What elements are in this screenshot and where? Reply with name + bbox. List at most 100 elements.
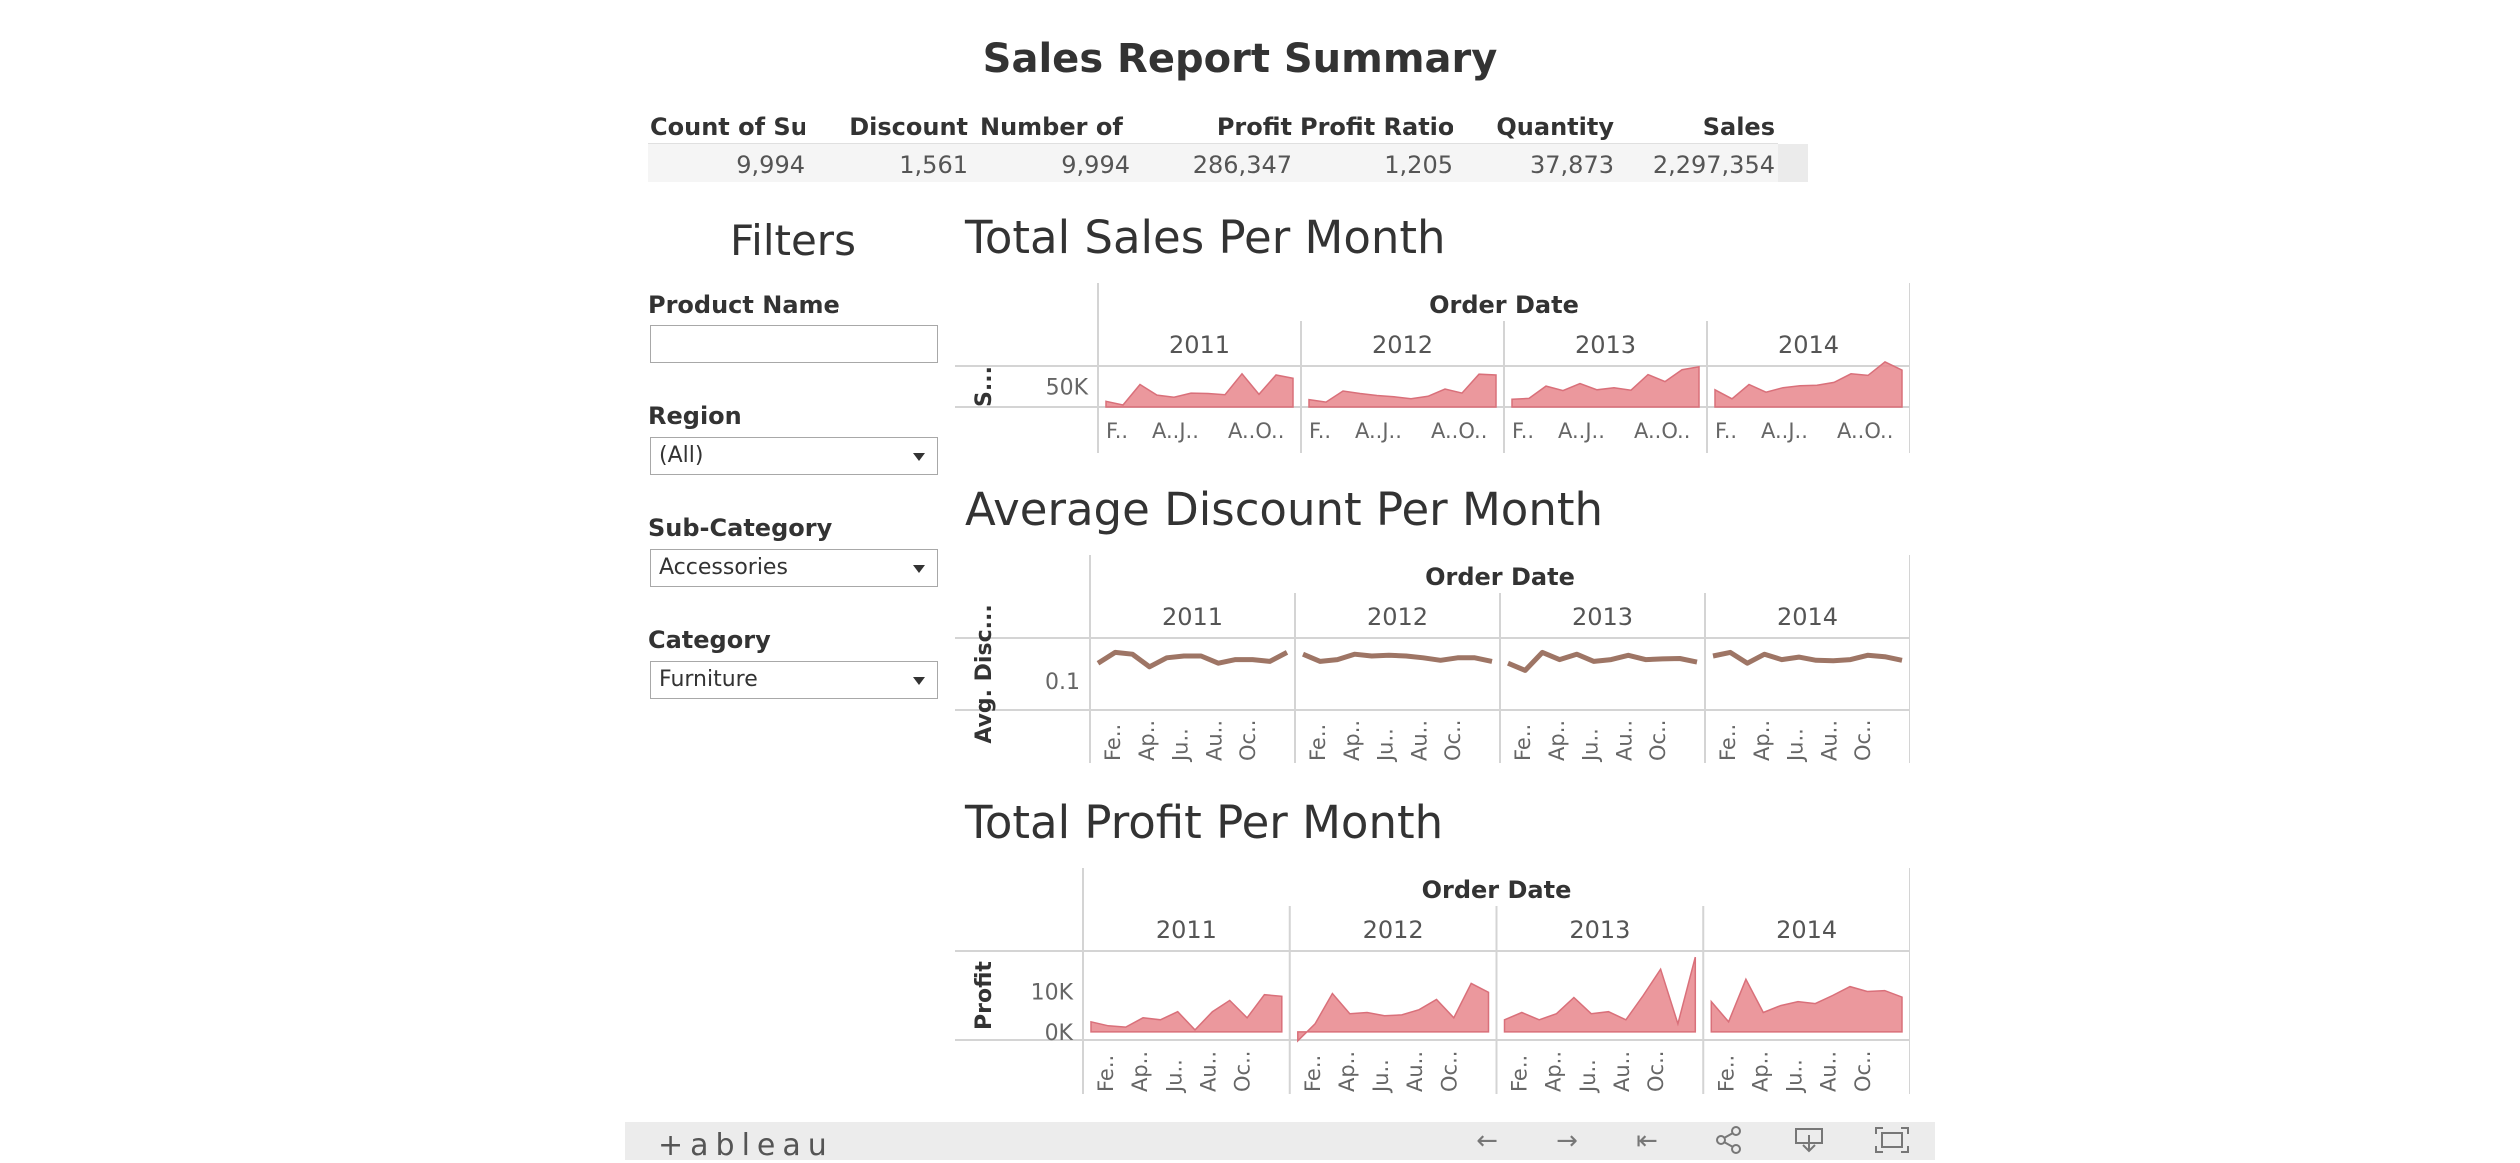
discount-chart-month-tick-label: Oc.. <box>1236 720 1260 761</box>
profit-chart-y-tick-label: 10K <box>1031 980 1074 1005</box>
profit-chart-area-2014 <box>1710 977 1903 1033</box>
discount-chart-month-tick-label: Fe.. <box>1101 724 1125 761</box>
discount-chart-month-tick-label: Au.. <box>1407 720 1431 761</box>
discount-chart-month-tick-label: Ju.. <box>1169 728 1193 763</box>
sales-chart-area-2011 <box>1105 372 1294 408</box>
revert-icon[interactable]: ⇤ <box>1630 1126 1664 1156</box>
sales-chart-y-axis-label: S... <box>972 366 997 407</box>
discount-chart-month-tick-label: Ju.. <box>1374 728 1398 763</box>
profit-chart-month-tick-label: Oc.. <box>1644 1051 1668 1092</box>
profit-chart-month-tick-label: Ap.. <box>1335 1051 1359 1092</box>
profit-chart-month-tick-label: Oc.. <box>1437 1051 1461 1092</box>
profit-chart-y-tick-label: 0K <box>1045 1021 1074 1046</box>
profit-chart[interactable]: Order Date Profit 10K 0K 2011 Fe.. Ap.. Ju.. Au.… <box>955 868 1911 1094</box>
summary-header-count[interactable]: Count of Su.. <box>650 113 805 141</box>
share-icon[interactable] <box>1712 1126 1746 1156</box>
discount-chart-month-tick-label: Ap.. <box>1545 720 1569 761</box>
download-icon[interactable] <box>1792 1126 1826 1156</box>
discount-chart-month-tick-label: Fe.. <box>1306 724 1330 761</box>
profit-chart-month-tick-label: Au.. <box>1610 1051 1634 1092</box>
discount-chart-line-2011 <box>1096 649 1289 670</box>
summary-value-sales: 2,297,354 <box>1652 151 1775 179</box>
profit-chart-year-header-2011: 2011 <box>1156 916 1217 944</box>
category-dropdown[interactable]: Furniture <box>650 661 938 699</box>
profit-chart-month-tick-label: Au.. <box>1403 1051 1427 1092</box>
summary-header-profit-ratio[interactable]: Profit Ratio <box>1300 113 1453 141</box>
fullscreen-glyph <box>1875 1127 1909 1153</box>
discount-chart-line-2013 <box>1507 649 1698 673</box>
discount-chart-line-2012 <box>1302 651 1493 664</box>
sales-chart-month-tick-label: A..J.. <box>1355 419 1402 443</box>
sales-chart[interactable]: Order Date S... 50K 2011 F.. A..J.. A..O.. 2012… <box>955 283 1911 453</box>
discount-chart-month-tick-label: Oc.. <box>1646 720 1670 761</box>
summary-value-count: 9,994 <box>736 151 805 179</box>
chevron-down-icon <box>913 565 925 573</box>
category-label: Category <box>648 626 771 654</box>
sales-chart-year-header-2011: 2011 <box>1169 331 1230 359</box>
discount-chart-year-header-2014: 2014 <box>1777 603 1838 631</box>
sales-chart-year-header-2012: 2012 <box>1372 331 1433 359</box>
summary-header-number[interactable]: Number of .. <box>980 113 1130 141</box>
region-dropdown[interactable]: (All) <box>650 437 938 475</box>
sub-category-value: Accessories <box>659 555 788 580</box>
sub-category-dropdown[interactable]: Accessories <box>650 549 938 587</box>
profit-chart-month-tick-label: Ap.. <box>1128 1051 1152 1092</box>
discount-chart-month-tick-label: Ju.. <box>1784 728 1808 763</box>
profit-chart-month-tick-label: Oc.. <box>1231 1051 1255 1092</box>
sales-chart-area-2013 <box>1511 365 1700 408</box>
summary-value-quantity: 37,873 <box>1530 151 1614 179</box>
discount-chart-year-header-2012: 2012 <box>1367 603 1428 631</box>
profit-chart-column-header: Order Date <box>1422 876 1572 904</box>
discount-chart-column-header: Order Date <box>1425 563 1575 591</box>
profit-chart-month-tick-label: Ju.. <box>1783 1059 1807 1094</box>
profit-chart-year-header-2014: 2014 <box>1776 916 1837 944</box>
sales-chart-area-2012 <box>1308 373 1497 408</box>
profit-chart-y-axis-label: Profit <box>972 961 997 1030</box>
sales-chart-column-header: Order Date <box>1429 291 1579 319</box>
fullscreen-icon[interactable] <box>1874 1126 1909 1156</box>
discount-chart-line-2014 <box>1712 649 1903 666</box>
profit-chart-month-tick-label: Ju.. <box>1162 1059 1186 1094</box>
redo-icon[interactable]: → <box>1550 1126 1584 1156</box>
tableau-logo[interactable]: +ableau <box>658 1128 834 1163</box>
summary-header-discount[interactable]: Discount <box>820 113 968 141</box>
summary-header-sales[interactable]: Sales <box>1620 113 1775 141</box>
summary-header-profit[interactable]: Profit <box>1140 113 1292 141</box>
discount-chart-month-tick-label: Ap.. <box>1340 720 1364 761</box>
discount-chart[interactable]: Order Date Avg. Disc... 0.1 2011 Fe.. Ap.. Ju.… <box>955 555 1911 763</box>
sales-chart-month-tick-label: F.. <box>1512 419 1534 443</box>
discount-chart-month-tick-label: Ap.. <box>1135 720 1159 761</box>
product-name-input[interactable] <box>650 325 938 363</box>
discount-chart-month-tick-label: Fe.. <box>1716 724 1740 761</box>
discount-chart-year-header-2011: 2011 <box>1162 603 1223 631</box>
discount-chart-month-tick-label: Ju.. <box>1579 728 1603 763</box>
undo-icon[interactable]: ← <box>1470 1126 1504 1156</box>
discount-chart-title: Average Discount Per Month <box>965 483 1604 536</box>
summary-header-quantity[interactable]: Quantity <box>1460 113 1614 141</box>
sales-chart-svg[interactable]: Order Date S... 50K 2011 F.. A..J.. A..O.. 2012… <box>955 283 1911 453</box>
category-value: Furniture <box>659 667 758 692</box>
discount-chart-month-tick-label: Au.. <box>1817 720 1841 761</box>
profit-chart-month-tick-label: Ap.. <box>1748 1051 1772 1092</box>
share-glyph <box>1716 1126 1741 1154</box>
discount-chart-svg[interactable]: Order Date Avg. Disc... 0.1 2011 Fe.. Ap.. Ju.… <box>955 555 1911 763</box>
discount-chart-month-tick-label: Fe.. <box>1511 724 1535 761</box>
discount-chart-month-tick-label: Oc.. <box>1851 720 1875 761</box>
summary-row-scroll-cap <box>1778 144 1808 182</box>
sales-chart-month-tick-label: A..O.. <box>1837 419 1893 443</box>
report-title: Sales Report Summary <box>982 36 1498 82</box>
sub-category-label: Sub-Category <box>648 514 833 542</box>
profit-chart-month-tick-label: Oc.. <box>1851 1051 1875 1092</box>
product-name-label: Product Name <box>648 291 840 319</box>
chevron-down-icon <box>913 677 925 685</box>
chevron-down-icon <box>913 453 925 461</box>
profit-chart-area-2013 <box>1503 956 1697 1033</box>
profit-chart-month-tick-label: Ju.. <box>1576 1059 1600 1094</box>
profit-chart-svg[interactable]: Order Date Profit 10K 0K 2011 Fe.. Ap.. Ju.. Au.… <box>955 868 1911 1094</box>
summary-value-profit: 286,347 <box>1192 151 1292 179</box>
discount-chart-month-tick-label: Au.. <box>1202 720 1226 761</box>
profit-chart-year-header-2013: 2013 <box>1569 916 1630 944</box>
discount-chart-y-tick-label: 0.1 <box>1045 670 1080 695</box>
sales-chart-month-tick-label: A..O.. <box>1634 419 1690 443</box>
summary-value-profit-ratio: 1,205 <box>1384 151 1453 179</box>
